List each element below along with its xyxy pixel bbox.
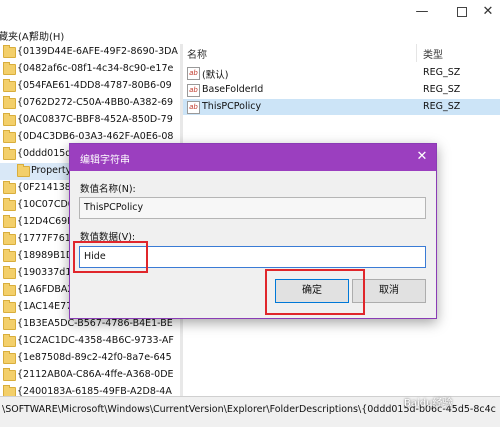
dialog-title: 编辑字符串	[80, 155, 130, 166]
folder-icon	[3, 147, 16, 160]
tree-item[interactable]: {1e87508d-89c2-42f0-8a7e-645	[0, 350, 181, 367]
value-type: REG_SZ	[423, 84, 461, 95]
folder-icon	[17, 164, 30, 177]
folder-icon	[3, 198, 16, 211]
menu-help[interactable]: 帮助(H)	[29, 28, 64, 43]
column-header-name[interactable]: 名称	[187, 46, 207, 61]
string-value-icon: ab	[187, 67, 200, 80]
edit-string-dialog: 编辑字符串 ✕ 数值名称(N): ThisPCPolicy 数值数据(V): H…	[69, 143, 437, 319]
tree-item[interactable]: {0762D272-C50A-4BB0-A382-69	[0, 95, 181, 112]
folder-icon	[3, 317, 16, 330]
value-name-field: ThisPCPolicy	[79, 197, 426, 219]
folder-icon	[3, 334, 16, 347]
folder-icon	[3, 215, 16, 228]
highlight-box-ok	[265, 269, 365, 315]
folder-icon	[3, 181, 16, 194]
folder-icon	[3, 283, 16, 296]
value-type: REG_SZ	[423, 67, 461, 78]
folder-icon	[3, 79, 16, 92]
watermark: Baidu经验	[404, 398, 453, 409]
folder-icon	[3, 368, 16, 381]
string-value-icon: ab	[187, 84, 200, 97]
value-row[interactable]: ab (默认) REG_SZ	[183, 65, 500, 81]
value-name: BaseFolderId	[202, 84, 264, 95]
close-icon[interactable]: ✕	[413, 148, 431, 166]
folder-icon	[3, 113, 16, 126]
menu-bar: 藏夹(A) 帮助(H)	[0, 26, 500, 44]
minimize-icon[interactable]: —	[412, 4, 432, 20]
folder-icon	[3, 96, 16, 109]
folder-icon	[3, 300, 16, 313]
value-type: REG_SZ	[423, 101, 461, 112]
menu-favorites[interactable]: 藏夹(A)	[0, 28, 33, 43]
tree-item[interactable]: {0AC0837C-BBF8-452A-850D-79	[0, 112, 181, 129]
maximize-icon[interactable]	[452, 4, 472, 20]
column-divider[interactable]	[416, 44, 417, 62]
tree-item[interactable]: {2112AB0A-C86A-4ffe-A368-0DE	[0, 367, 181, 384]
highlight-box-value-data	[73, 241, 148, 273]
value-name: ThisPCPolicy	[202, 101, 262, 112]
close-icon[interactable]: ✕	[478, 4, 498, 20]
folder-icon	[3, 45, 16, 58]
column-header-type[interactable]: 类型	[423, 46, 443, 61]
value-name: (默认)	[202, 70, 229, 81]
folder-icon	[3, 266, 16, 279]
tree-item[interactable]: {0482af6c-08f1-4c34-8c90-e17e	[0, 61, 181, 78]
dialog-title-bar[interactable]: 编辑字符串 ✕	[70, 144, 436, 171]
title-bar: — ✕	[0, 0, 500, 26]
folder-icon	[3, 62, 16, 75]
folder-icon	[3, 385, 16, 396]
tree-item[interactable]: {0139D44E-6AFE-49F2-8690-3DA	[0, 44, 181, 61]
string-value-icon: ab	[187, 101, 200, 114]
folder-icon	[3, 130, 16, 143]
value-row-selected[interactable]: ab ThisPCPolicy REG_SZ	[183, 99, 500, 115]
folder-icon	[3, 351, 16, 364]
value-name-label: 数值名称(N):	[80, 184, 136, 195]
folder-icon	[3, 249, 16, 262]
value-name-text: ThisPCPolicy	[84, 202, 144, 213]
folder-icon	[3, 232, 16, 245]
tree-item[interactable]: {054FAE61-4DD8-4787-80B6-09	[0, 78, 181, 95]
value-row[interactable]: ab BaseFolderId REG_SZ	[183, 82, 500, 98]
tree-item[interactable]: {2400183A-6185-49FB-A2D8-4A	[0, 384, 181, 396]
tree-item[interactable]: {1C2AC1DC-4358-4B6C-9733-AF	[0, 333, 181, 350]
